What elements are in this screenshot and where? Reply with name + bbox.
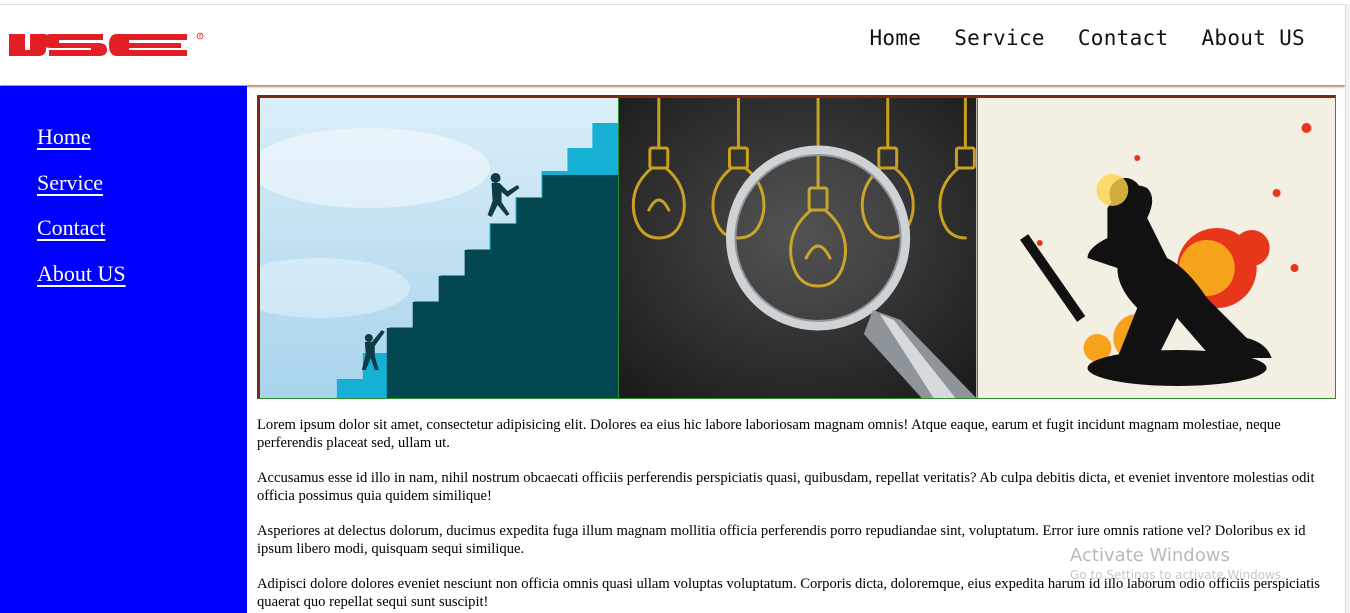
activate-windows-watermark: Activate Windows Go to Settings to activ… xyxy=(1070,545,1285,583)
topnav-contact-link[interactable]: Contact xyxy=(1078,23,1169,53)
cricket-batsman-image xyxy=(976,98,1335,398)
site-header: ® Home Service Contact About US xyxy=(0,4,1345,85)
registered-mark: ® xyxy=(198,33,202,38)
paragraph-1: Lorem ipsum dolor sit amet, consectetur … xyxy=(257,417,1281,451)
sidebar-item-about[interactable]: About US xyxy=(37,260,126,287)
sidebar-item-home[interactable]: Home xyxy=(37,123,126,150)
main-content: Lorem ipsum dolor sit amet, consectetur … xyxy=(257,416,1332,613)
paragraph-2: Accusamus esse id illo in nam, nihil nos… xyxy=(257,470,1315,504)
ijse-logo[interactable]: ® xyxy=(6,25,204,65)
sidebar-item-contact[interactable]: Contact xyxy=(37,214,126,241)
sidebar: Home Service Contact About US xyxy=(0,86,247,613)
image-gallery xyxy=(257,95,1336,399)
topnav-about-link[interactable]: About US xyxy=(1201,23,1305,53)
topnav-home-link[interactable]: Home xyxy=(869,23,921,53)
lightbulb-magnifier-image xyxy=(618,98,977,398)
topnav-service-link[interactable]: Service xyxy=(954,23,1045,53)
sidebar-item-service[interactable]: Service xyxy=(37,169,126,196)
top-navigation: Home Service Contact About US xyxy=(836,23,1305,53)
sidebar-navigation: Home Service Contact About US xyxy=(37,123,126,305)
watermark-title: Activate Windows xyxy=(1070,545,1230,566)
watermark-subtitle: Go to Settings to activate Windows. xyxy=(1070,568,1285,582)
stairs-climbing-image xyxy=(260,98,619,398)
vertical-scrollbar[interactable] xyxy=(1345,4,1350,613)
